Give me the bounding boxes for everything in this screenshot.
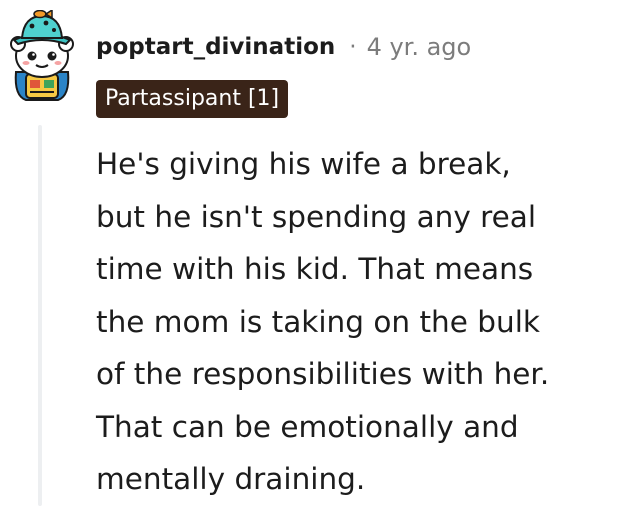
snoo-avatar-with-hat-icon bbox=[10, 8, 74, 101]
comment-body: He's giving his wife a break, but he isn… bbox=[96, 138, 636, 506]
comment-body-line: time with his kid. That means bbox=[96, 252, 534, 286]
comment-header: poptart_divination · 4 yr. ago bbox=[96, 30, 471, 64]
comment-body-line: of the responsibilities with her. bbox=[96, 357, 550, 391]
thread-collapse-line[interactable] bbox=[38, 125, 42, 506]
comment-body-line: That can be emotionally and bbox=[96, 409, 519, 444]
user-flair-badge: Partassipant [1] bbox=[96, 80, 289, 118]
username-link[interactable]: poptart_divination bbox=[96, 34, 335, 60]
meta-separator: · bbox=[349, 34, 357, 60]
comment-body-line: but he isn't spending any real bbox=[96, 199, 537, 234]
comment-timestamp[interactable]: 4 yr. ago bbox=[367, 33, 472, 61]
user-avatar[interactable] bbox=[6, 8, 78, 102]
comment-body-line: He's giving his wife a break, bbox=[96, 147, 511, 181]
comment: poptart_divination · 4 yr. ago Partassip… bbox=[0, 0, 644, 506]
comment-body-line: the mom is taking on the bulk bbox=[96, 304, 540, 339]
comment-body-line: mentally draining. bbox=[96, 462, 366, 496]
